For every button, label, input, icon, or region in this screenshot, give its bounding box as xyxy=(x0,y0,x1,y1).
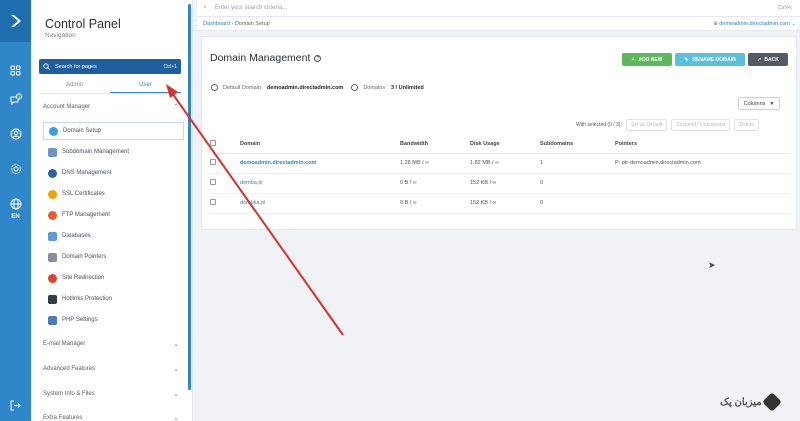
mouse-cursor-icon: ➤ xyxy=(708,260,716,270)
annotation-arrow xyxy=(166,84,344,336)
watermark-logo: میزبان پک xyxy=(720,392,782,412)
watermark-text: میزبان پک xyxy=(720,396,762,408)
watermark-icon xyxy=(761,392,782,412)
